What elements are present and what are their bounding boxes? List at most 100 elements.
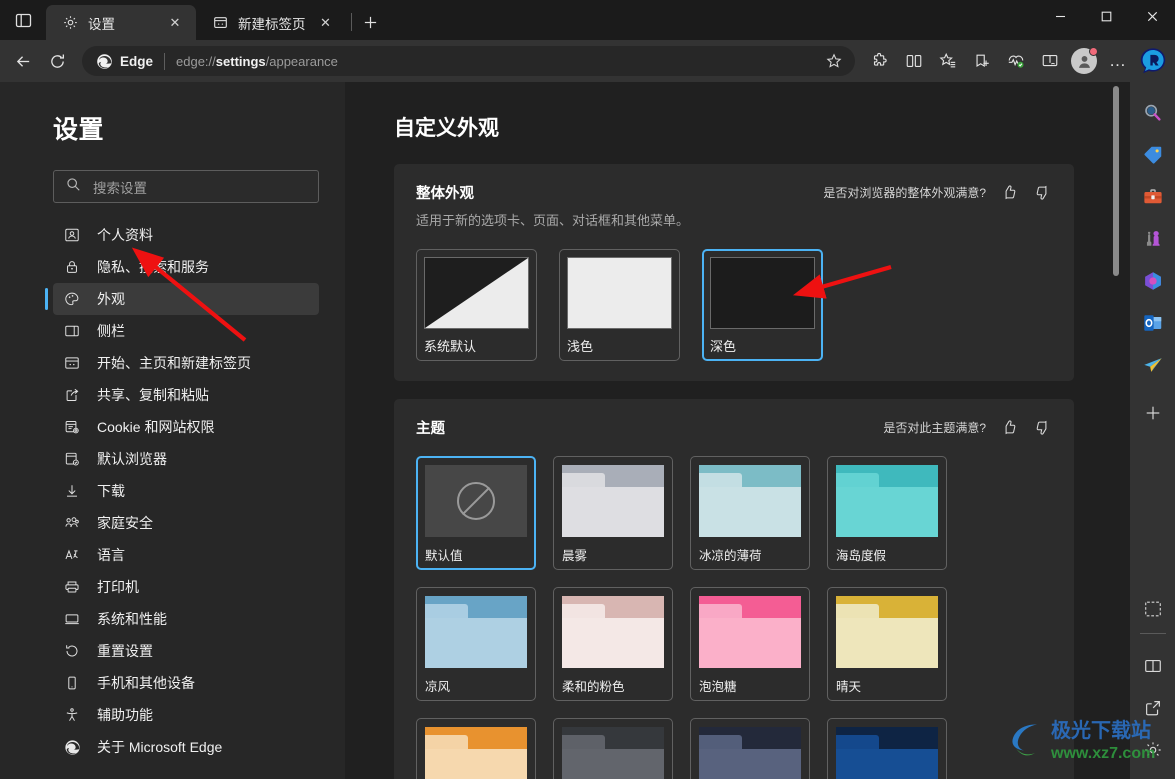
theme-swatch	[425, 465, 527, 537]
back-button[interactable]	[6, 45, 40, 77]
reload-button[interactable]	[40, 45, 74, 77]
theme-card-cool-slate[interactable]: 冷色石板	[690, 718, 810, 779]
preview-system-default	[424, 257, 529, 329]
theme-card-rainy-night[interactable]: 雨夜	[553, 718, 673, 779]
vertical-scrollbar[interactable]	[1110, 82, 1122, 779]
sidebar-item-about-edge[interactable]: 关于 Microsoft Edge	[53, 731, 319, 763]
shopping-tag-icon[interactable]	[1136, 138, 1170, 172]
games-icon[interactable]	[1136, 222, 1170, 256]
browser-toolbar: Edge edge://settings/appearance …	[0, 40, 1175, 82]
more-options-button[interactable]: …	[1101, 45, 1135, 77]
sidebar-item-cookies[interactable]: Cookie 和网站权限	[53, 411, 319, 443]
browser-essentials-button[interactable]	[999, 45, 1033, 77]
theme-label: 柔和的粉色	[562, 680, 625, 694]
open-external-icon[interactable]	[1136, 691, 1170, 725]
paper-plane-icon[interactable]	[1136, 348, 1170, 382]
share-icon	[63, 386, 81, 404]
thumbs-down-icon[interactable]	[1033, 183, 1052, 202]
folder-body	[699, 735, 742, 749]
sidebar-item-reset-settings[interactable]: 重置设置	[53, 635, 319, 667]
search-sidebar-icon[interactable]	[1136, 96, 1170, 130]
tab-search-icon[interactable]	[0, 0, 46, 40]
theme-card-sunny-day[interactable]: 晴天	[827, 587, 947, 701]
sidebar-item-label: 下载	[97, 483, 125, 499]
folder-body	[699, 604, 742, 618]
window-controls	[1037, 0, 1175, 40]
folder-front	[699, 749, 801, 779]
split-pane-icon[interactable]	[1136, 649, 1170, 683]
office-icon[interactable]	[1136, 264, 1170, 298]
tab-close-button[interactable]: ✕	[164, 12, 186, 34]
sidebar-item-downloads[interactable]: 下载	[53, 475, 319, 507]
add-sidebar-app-icon[interactable]	[1136, 396, 1170, 430]
sidebar-item-label: 家庭安全	[97, 515, 153, 531]
collections-button[interactable]	[965, 45, 999, 77]
theme-swatch	[562, 596, 664, 668]
sidebar-item-profile[interactable]: 个人资料	[53, 219, 319, 251]
thumbs-down-icon[interactable]	[1033, 418, 1052, 437]
scrollbar-thumb[interactable]	[1113, 86, 1119, 276]
maximize-button[interactable]	[1083, 0, 1129, 32]
split-screen-button[interactable]	[897, 45, 931, 77]
page-title: 设置	[53, 116, 105, 144]
tools-icon[interactable]	[1136, 180, 1170, 214]
theme-card-default[interactable]: 默认值	[416, 456, 536, 570]
theme-card-cool-mint[interactable]: 冰凉的薄荷	[690, 456, 810, 570]
theme-card-mango-paradise[interactable]: 芒果天堂	[416, 718, 536, 779]
sidebar-item-family-safety[interactable]: 家庭安全	[53, 507, 319, 539]
home-icon	[63, 354, 81, 372]
sidebar-item-sidebar[interactable]: 侧栏	[53, 315, 319, 347]
sidebar-item-privacy[interactable]: 隐私、搜索和服务	[53, 251, 319, 283]
outlook-icon[interactable]	[1136, 306, 1170, 340]
minimize-button[interactable]	[1037, 0, 1083, 32]
sidebar-settings-gear-icon[interactable]	[1136, 733, 1170, 767]
copilot-icon[interactable]	[1137, 45, 1169, 77]
new-tab-button[interactable]	[356, 7, 386, 37]
section-heading: 整体外观	[416, 186, 474, 202]
screenshot-icon[interactable]	[1136, 592, 1170, 626]
read-aloud-button[interactable]	[1033, 45, 1067, 77]
extensions-button[interactable]	[863, 45, 897, 77]
sidebar-item-default-browser[interactable]: 默认浏览器	[53, 443, 319, 475]
sidebar-item-appearance[interactable]: 外观	[45, 283, 319, 315]
close-button[interactable]	[1129, 0, 1175, 32]
tab-close-button[interactable]: ✕	[315, 12, 337, 34]
theme-card-bubblegum[interactable]: 泡泡糖	[690, 587, 810, 701]
profile-avatar[interactable]	[1067, 45, 1101, 77]
sidebar-item-phone-other-devices[interactable]: 手机和其他设备	[53, 667, 319, 699]
sidebar-item-accessibility[interactable]: 辅助功能	[53, 699, 319, 731]
sidebar-item-share-copy-paste[interactable]: 共享、复制和粘贴	[53, 379, 319, 411]
sidebar-item-printers[interactable]: 打印机	[53, 571, 319, 603]
theme-card-soft-pink[interactable]: 柔和的粉色	[553, 587, 673, 701]
folder-body	[699, 473, 742, 487]
theme-label: 晴天	[836, 680, 862, 694]
tab-new-tab-page[interactable]: 新建标签页 ✕	[196, 5, 347, 40]
theme-card-moonlight[interactable]: 月光	[827, 718, 947, 779]
folder-body	[562, 473, 605, 487]
preview-light	[567, 257, 672, 329]
theme-swatch	[836, 596, 938, 668]
star-icon[interactable]	[819, 46, 849, 76]
search-input[interactable]: 搜索设置	[53, 170, 319, 203]
mode-option-light[interactable]: 浅色	[559, 249, 680, 361]
address-bar[interactable]: Edge edge://settings/appearance	[82, 46, 855, 76]
sidebar-item-label: 关于 Microsoft Edge	[97, 739, 223, 755]
content-page-title: 自定义外观	[394, 117, 499, 140]
favorites-button[interactable]	[931, 45, 965, 77]
edge-sidebar	[1130, 82, 1175, 779]
section-heading: 主题	[416, 421, 445, 437]
thumbs-up-icon[interactable]	[1000, 183, 1019, 202]
newtab-icon	[212, 14, 229, 31]
mode-option-system-default[interactable]: 系统默认	[416, 249, 537, 361]
sidebar-item-start-home-newtab[interactable]: 开始、主页和新建标签页	[53, 347, 319, 379]
theme-card-morning-mist[interactable]: 晨雾	[553, 456, 673, 570]
theme-card-island-getaway[interactable]: 海岛度假	[827, 456, 947, 570]
mode-option-dark[interactable]: 深色	[702, 249, 823, 361]
sidebar-item-system-performance[interactable]: 系统和性能	[53, 603, 319, 635]
omnibox-divider	[164, 52, 166, 70]
theme-card-cool-breeze[interactable]: 凉风	[416, 587, 536, 701]
tab-settings[interactable]: 设置 ✕	[46, 5, 196, 40]
thumbs-up-icon[interactable]	[1000, 418, 1019, 437]
url-text: edge://settings/appearance	[176, 54, 819, 69]
sidebar-item-languages[interactable]: 语言	[53, 539, 319, 571]
